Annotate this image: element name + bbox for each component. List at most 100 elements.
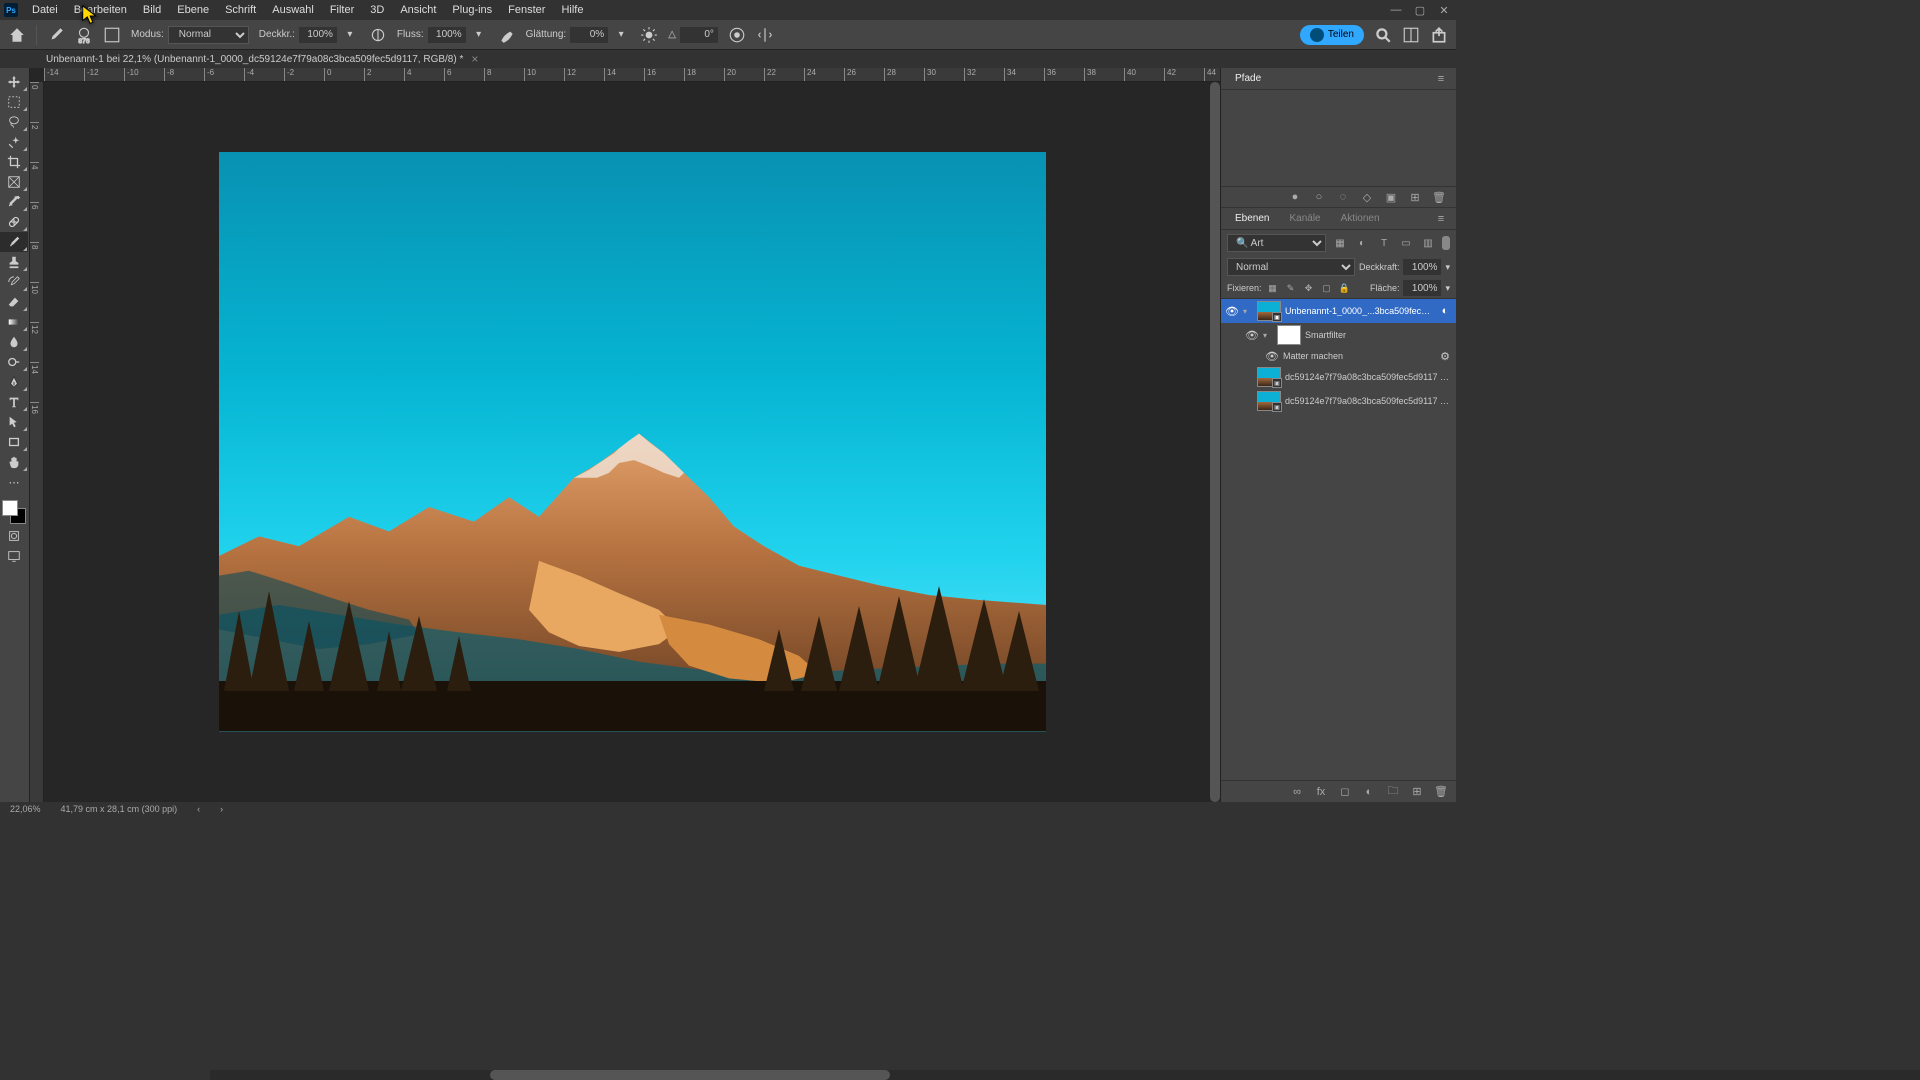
visibility-toggle[interactable]: 👁 bbox=[1225, 304, 1239, 318]
type-tool[interactable] bbox=[0, 392, 28, 412]
stamp-tool[interactable] bbox=[0, 252, 28, 272]
color-swatches[interactable] bbox=[0, 498, 28, 526]
layer-row[interactable]: ▣ dc59124e7f79a08c3bca509fec5d9117 Kopie… bbox=[1221, 365, 1456, 389]
path-to-selection-icon[interactable]: ◌ bbox=[1336, 190, 1350, 204]
layer-mask-icon[interactable]: ◻ bbox=[1338, 785, 1352, 799]
tab-kanaele[interactable]: Kanäle bbox=[1283, 209, 1326, 228]
make-work-path-icon[interactable]: ◇ bbox=[1360, 190, 1374, 204]
layer-name[interactable]: dc59124e7f79a08c3bca509fec5d9117 Kopie 3 bbox=[1285, 372, 1452, 382]
rectangle-tool[interactable] bbox=[0, 432, 28, 452]
smartfilter-label[interactable]: Smartfilter bbox=[1305, 330, 1452, 340]
more-tools[interactable]: ⋯ bbox=[0, 472, 28, 492]
layer-filter-select[interactable]: 🔍 Art bbox=[1227, 234, 1326, 252]
add-mask-icon[interactable]: ▣ bbox=[1384, 190, 1398, 204]
lock-artboard-icon[interactable]: ▢ bbox=[1320, 281, 1334, 295]
close-button[interactable]: ✕ bbox=[1436, 2, 1452, 18]
expand-arrow-icon[interactable]: ▾ bbox=[1263, 331, 1273, 340]
filter-settings-icon[interactable]: ⚙ bbox=[1438, 349, 1452, 363]
frame-tool[interactable] bbox=[0, 172, 28, 192]
tab-aktionen[interactable]: Aktionen bbox=[1335, 209, 1386, 228]
scrollbar-thumb[interactable] bbox=[1210, 82, 1220, 802]
menu-filter[interactable]: Filter bbox=[322, 2, 362, 18]
screen-mode-tool[interactable] bbox=[0, 546, 28, 566]
chevron-down-icon[interactable]: ▾ bbox=[1445, 262, 1450, 273]
stroke-path-icon[interactable]: ○ bbox=[1312, 190, 1326, 204]
filter-fx-icon[interactable]: ◐ bbox=[1438, 304, 1452, 318]
search-icon[interactable] bbox=[1374, 26, 1392, 44]
vertical-scrollbar[interactable] bbox=[1210, 82, 1220, 802]
chevron-down-icon[interactable]: ▾ bbox=[612, 26, 630, 44]
menu-bild[interactable]: Bild bbox=[135, 2, 169, 18]
modus-select[interactable]: Normal bbox=[168, 26, 249, 44]
brush-tool-icon[interactable] bbox=[47, 26, 65, 44]
filter-pixel-icon[interactable]: ▦ bbox=[1332, 235, 1348, 251]
menu-plugins[interactable]: Plug-ins bbox=[444, 2, 500, 18]
brush-panel-toggle-icon[interactable] bbox=[103, 26, 121, 44]
history-brush-tool[interactable] bbox=[0, 272, 28, 292]
lock-position-icon[interactable]: ✥ bbox=[1302, 281, 1316, 295]
panel-menu-icon[interactable]: ≡ bbox=[1434, 212, 1448, 226]
pressure-size-icon[interactable] bbox=[728, 26, 746, 44]
panel-menu-icon[interactable]: ≡ bbox=[1434, 72, 1448, 86]
layer-name[interactable]: dc59124e7f79a08c3bca509fec5d9117 Kopie 2 bbox=[1285, 396, 1452, 406]
export-icon[interactable] bbox=[1430, 26, 1448, 44]
blend-mode-select[interactable]: Normal bbox=[1227, 258, 1355, 276]
adjustment-layer-icon[interactable]: ◐ bbox=[1362, 785, 1376, 799]
arrange-icon[interactable] bbox=[1402, 26, 1420, 44]
layer-thumb[interactable]: ▣ bbox=[1257, 367, 1281, 387]
brush-preset-icon[interactable]: 876 bbox=[75, 26, 93, 44]
ruler-horizontal[interactable]: -14 -12 -10 -8 -6 -4 -2 0 2 4 6 8 10 12 … bbox=[44, 68, 1220, 82]
wand-tool[interactable] bbox=[0, 132, 28, 152]
maximize-button[interactable]: ▢ bbox=[1412, 2, 1428, 18]
lock-all-icon[interactable]: 🔒 bbox=[1338, 281, 1352, 295]
blur-tool[interactable] bbox=[0, 332, 28, 352]
share-button[interactable]: Teilen bbox=[1300, 25, 1364, 45]
brush-tool[interactable] bbox=[0, 232, 28, 252]
filter-toggle-icon[interactable] bbox=[1442, 236, 1450, 250]
horizontal-scrollbar[interactable] bbox=[210, 1070, 1920, 1080]
symmetry-icon[interactable] bbox=[756, 26, 774, 44]
fluss-input[interactable] bbox=[428, 27, 466, 43]
scrollbar-thumb[interactable] bbox=[490, 1070, 890, 1080]
pen-tool[interactable] bbox=[0, 372, 28, 392]
minimize-button[interactable]: — bbox=[1388, 2, 1404, 18]
zoom-value[interactable]: 22,06% bbox=[10, 804, 41, 814]
menu-fenster[interactable]: Fenster bbox=[500, 2, 553, 18]
deckkraft-input[interactable] bbox=[299, 27, 337, 43]
layer-row[interactable]: ▣ dc59124e7f79a08c3bca509fec5d9117 Kopie… bbox=[1221, 389, 1456, 413]
lock-image-icon[interactable]: ✎ bbox=[1284, 281, 1298, 295]
fill-path-icon[interactable]: ● bbox=[1288, 190, 1302, 204]
filter-type-icon[interactable]: T bbox=[1376, 235, 1392, 251]
menu-ansicht[interactable]: Ansicht bbox=[392, 2, 444, 18]
new-path-icon[interactable]: ⊞ bbox=[1408, 190, 1422, 204]
smoothing-settings-icon[interactable] bbox=[640, 26, 658, 44]
layer-row[interactable]: 👁 ▾ ▣ Unbenannt-1_0000_...3bca509fec5d91… bbox=[1221, 299, 1456, 323]
menu-datei[interactable]: Datei bbox=[24, 2, 66, 18]
foreground-color[interactable] bbox=[2, 500, 18, 516]
status-nav-prev[interactable]: ‹ bbox=[197, 804, 200, 814]
fill-input[interactable] bbox=[1403, 280, 1441, 296]
filter-mask-thumb[interactable] bbox=[1277, 325, 1301, 345]
layer-row[interactable]: 👁 Matter machen ⚙ bbox=[1221, 347, 1456, 365]
airbrush-icon[interactable] bbox=[498, 26, 516, 44]
menu-3d[interactable]: 3D bbox=[362, 2, 392, 18]
eraser-tool[interactable] bbox=[0, 292, 28, 312]
filter-adjust-icon[interactable]: ◐ bbox=[1354, 235, 1370, 251]
layer-row[interactable]: 👁 ▾ Smartfilter bbox=[1221, 323, 1456, 347]
filter-shape-icon[interactable]: ▭ bbox=[1398, 235, 1414, 251]
menu-ebene[interactable]: Ebene bbox=[169, 2, 217, 18]
link-layers-icon[interactable]: ∞ bbox=[1290, 785, 1304, 799]
home-icon[interactable] bbox=[8, 26, 26, 44]
layer-thumb[interactable]: ▣ bbox=[1257, 301, 1281, 321]
layer-thumb[interactable]: ▣ bbox=[1257, 391, 1281, 411]
document-tab[interactable]: Unbenannt-1 bei 22,1% (Unbenannt-1_0000_… bbox=[36, 50, 488, 68]
expand-arrow-icon[interactable]: ▾ bbox=[1243, 307, 1253, 316]
layer-name[interactable]: Unbenannt-1_0000_...3bca509fec5d9117 bbox=[1285, 306, 1434, 316]
quick-mask-tool[interactable] bbox=[0, 526, 28, 546]
chevron-down-icon[interactable]: ▾ bbox=[341, 26, 359, 44]
menu-hilfe[interactable]: Hilfe bbox=[553, 2, 591, 18]
eyedropper-tool[interactable] bbox=[0, 192, 28, 212]
dodge-tool[interactable] bbox=[0, 352, 28, 372]
path-select-tool[interactable] bbox=[0, 412, 28, 432]
close-tab-icon[interactable]: × bbox=[471, 52, 478, 66]
